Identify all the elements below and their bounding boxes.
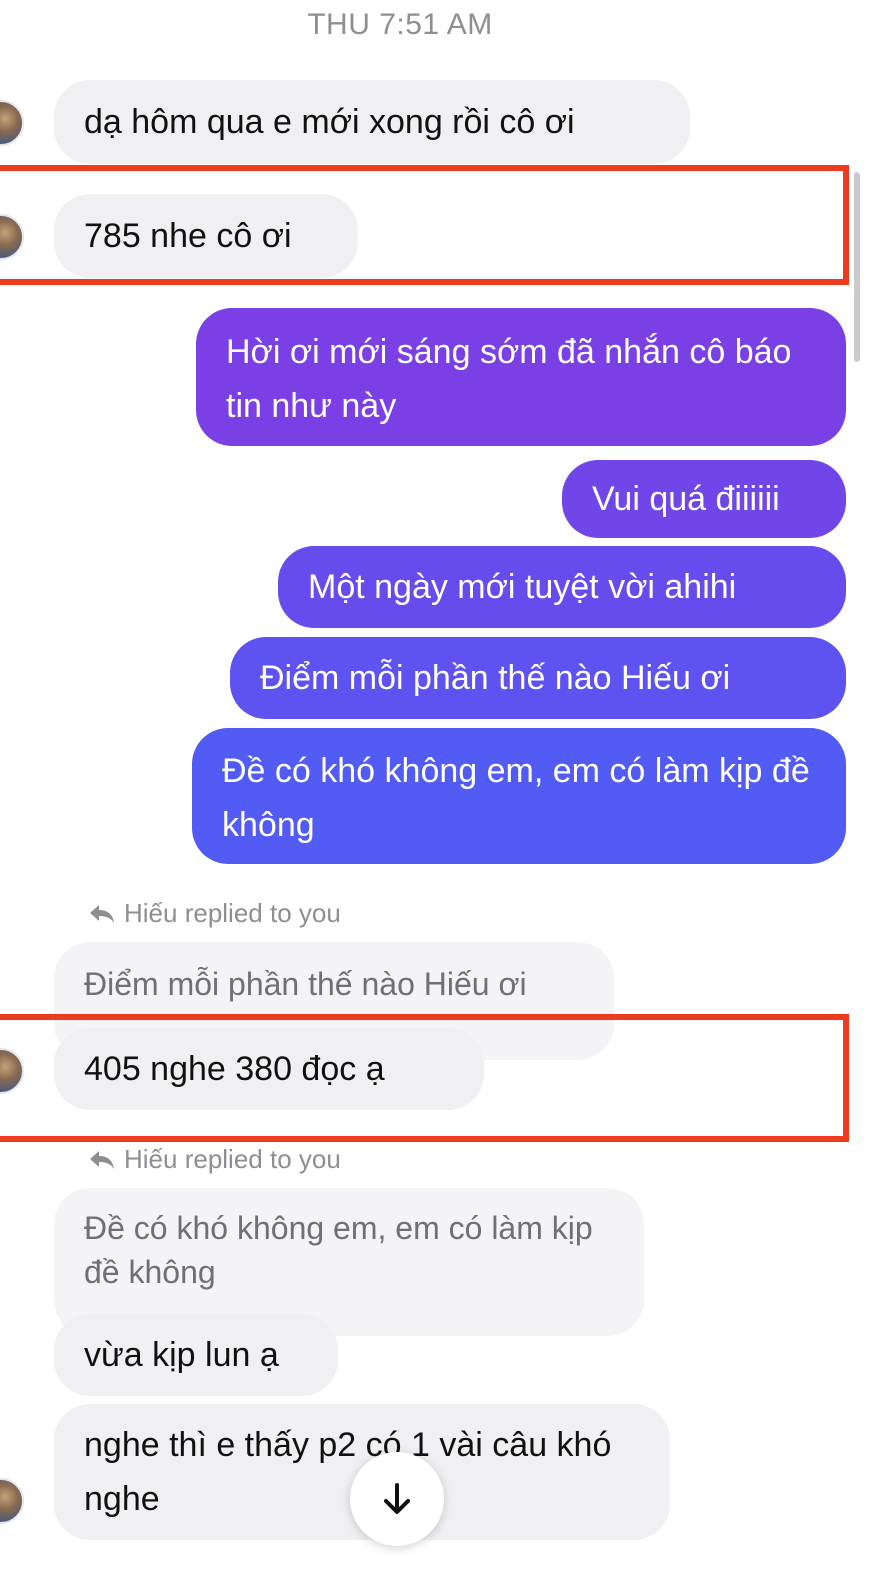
avatar[interactable] (0, 100, 24, 146)
arrow-down-icon (384, 1483, 410, 1514)
message-bubble-outgoing[interactable]: Điểm mỗi phần thế nào Hiếu ơi (230, 637, 846, 719)
reply-arrow-icon (90, 1150, 114, 1169)
highlight-box (0, 165, 849, 285)
reply-label-text: Hiếu replied to you (124, 898, 341, 928)
timestamp: THU 7:51 AM (307, 8, 493, 41)
message-bubble-outgoing[interactable]: Một ngày mới tuyệt vời ahihi (278, 546, 846, 628)
message-bubble-incoming[interactable]: dạ hôm qua e mới xong rồi cô ơi (54, 80, 690, 164)
message-bubble-outgoing[interactable]: Hời ơi mới sáng sớm đã nhắn cô báo tin n… (196, 308, 846, 446)
highlight-box (0, 1014, 849, 1142)
reply-label-text: Hiếu replied to you (124, 1144, 341, 1174)
reply-indicator: Hiếu replied to you (88, 898, 341, 929)
scrollbar[interactable] (854, 172, 860, 362)
message-bubble-incoming[interactable]: vừa kịp lun ạ (54, 1314, 338, 1396)
message-bubble-outgoing[interactable]: Vui quá điiiiii (562, 460, 846, 538)
message-bubble-outgoing[interactable]: Đề có khó không em, em có làm kịp đề khô… (192, 728, 846, 864)
reply-indicator: Hiếu replied to you (88, 1144, 341, 1175)
scroll-to-bottom-button[interactable] (350, 1452, 444, 1546)
reply-arrow-icon (90, 904, 114, 923)
avatar[interactable] (0, 1478, 24, 1524)
